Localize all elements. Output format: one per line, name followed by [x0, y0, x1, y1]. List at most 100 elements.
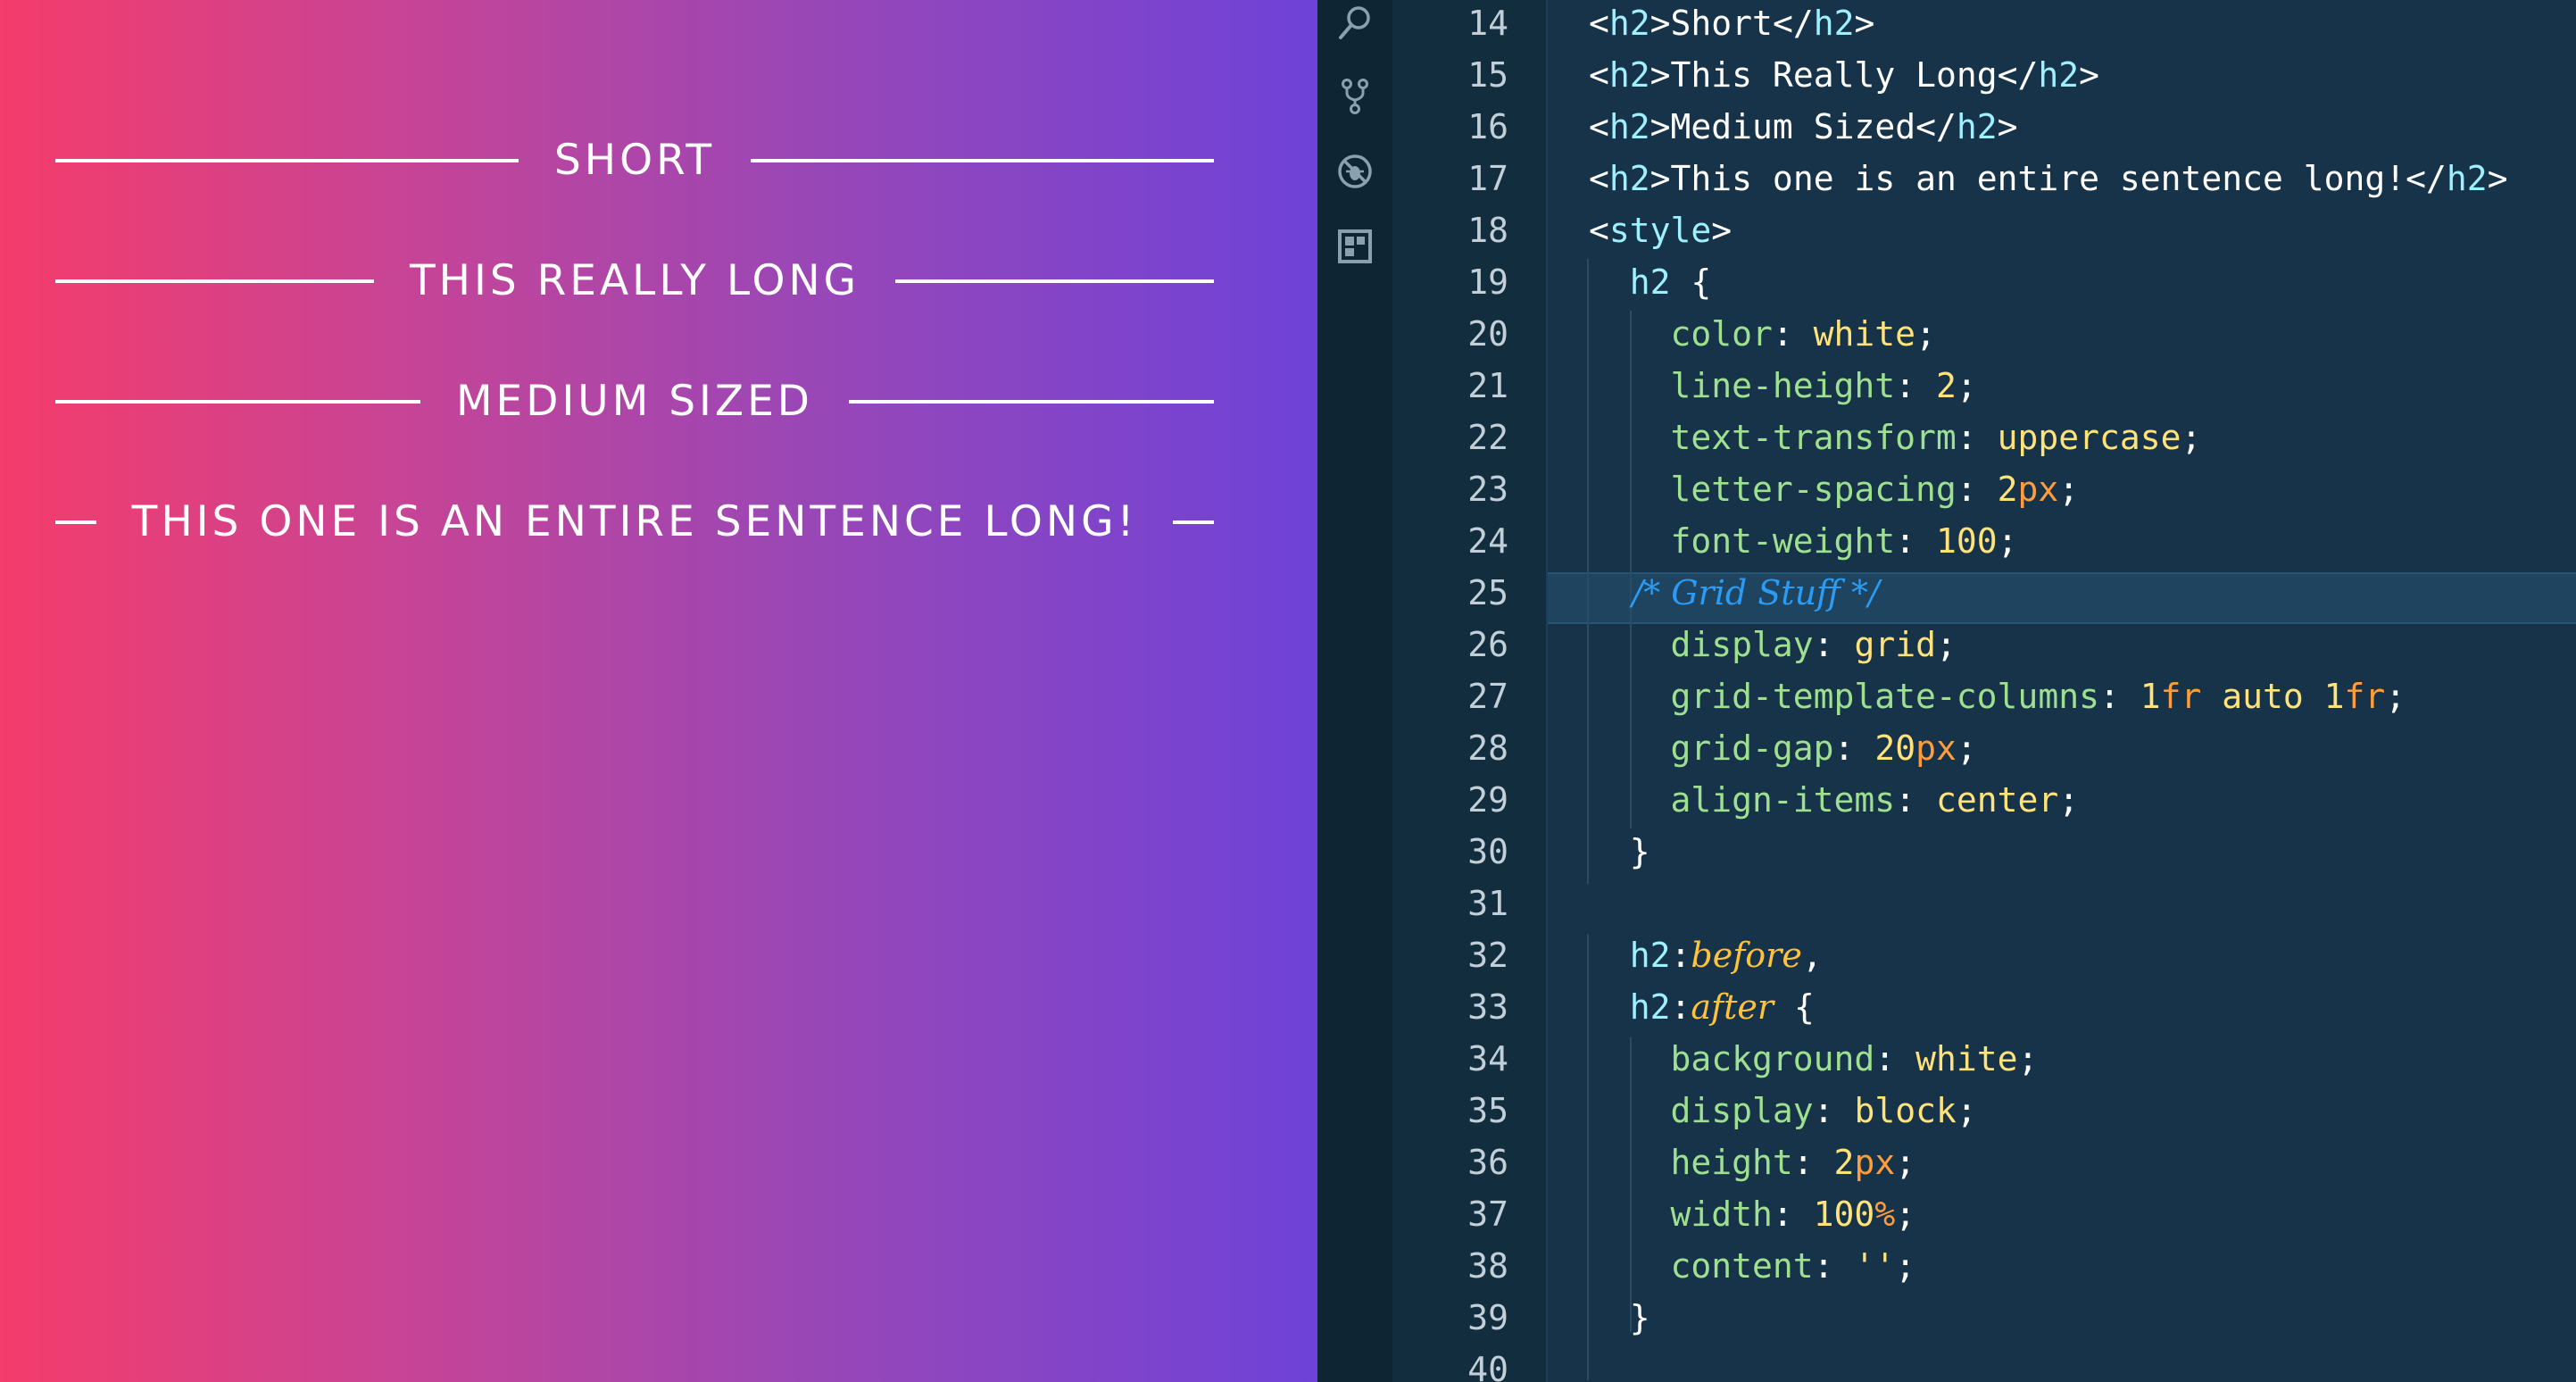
code-line[interactable]: 29 align-items: center; — [0, 774, 2576, 826]
code-text: text-transform: uppercase; — [1589, 412, 2202, 463]
code-token: fr — [2160, 677, 2202, 716]
code-line[interactable]: 37 width: 100%; — [0, 1188, 2576, 1240]
code-token: </ — [1997, 55, 2039, 95]
code-token: : — [1772, 1195, 1814, 1234]
code-token: grid-gap — [1589, 728, 1834, 768]
code-line[interactable]: 36 height: 2px; — [0, 1136, 2576, 1188]
code-token: ; — [2058, 780, 2080, 820]
line-number: 27 — [1467, 677, 1508, 716]
code-token: h2 — [1813, 4, 1855, 43]
line-number: 28 — [1467, 728, 1508, 768]
code-line[interactable]: 39 } — [0, 1292, 2576, 1344]
code-line[interactable]: 33 h2:after { — [0, 981, 2576, 1033]
code-token: > — [2487, 159, 2508, 198]
code-text: } — [1589, 1292, 1650, 1344]
code-text: color: white; — [1589, 308, 1936, 360]
code-token: ; — [1997, 521, 2018, 561]
code-line[interactable]: 35 display: block; — [0, 1085, 2576, 1136]
code-text: grid-gap: 20px; — [1589, 722, 1977, 774]
code-token: ; — [2181, 418, 2202, 457]
code-token: , — [1801, 936, 1823, 975]
code-token: 100 — [1935, 521, 1998, 561]
code-text: font-weight: 100; — [1589, 515, 2018, 567]
line-number: 29 — [1467, 780, 1508, 820]
code-token: h2 — [1608, 55, 1650, 95]
code-line[interactable]: 14 <h2>Short</h2> — [0, 0, 2576, 49]
code-token: center — [1935, 780, 2059, 820]
code-token: uppercase — [1997, 418, 2181, 457]
code-token: < — [1589, 4, 1609, 43]
code-token: h2 — [1589, 262, 1671, 302]
code-token: text-transform — [1589, 418, 1957, 457]
code-line[interactable]: 23 letter-spacing: 2px; — [0, 463, 2576, 515]
code-text: /* Grid Stuff */ — [1589, 567, 1880, 619]
code-token: content — [1589, 1246, 1814, 1286]
code-token: color — [1589, 314, 1773, 354]
line-number: 34 — [1467, 1039, 1508, 1078]
code-line[interactable]: 16 <h2>Medium Sized</h2> — [0, 101, 2576, 153]
code-line[interactable]: 26 display: grid; — [0, 619, 2576, 670]
code-line[interactable]: 20 color: white; — [0, 308, 2576, 360]
code-line[interactable]: 34 background: white; — [0, 1033, 2576, 1085]
code-token: > — [2079, 55, 2100, 95]
code-line[interactable]: 38 content: ''; — [0, 1240, 2576, 1292]
code-token: px — [2017, 470, 2059, 509]
code-text: display: block; — [1589, 1085, 1977, 1136]
code-token: h2 — [1608, 159, 1650, 198]
code-token: fr — [2344, 677, 2386, 716]
code-token: : — [1895, 366, 1936, 405]
code-token: > — [1649, 4, 1671, 43]
line-number: 33 — [1467, 987, 1508, 1027]
line-number: 32 — [1467, 936, 1508, 975]
code-line[interactable]: 19 h2 { — [0, 256, 2576, 308]
code-line[interactable]: 24 font-weight: 100; — [0, 515, 2576, 567]
code-token: display — [1589, 1091, 1814, 1130]
code-token: Medium Sized — [1670, 107, 1916, 146]
code-line[interactable]: 28 grid-gap: 20px; — [0, 722, 2576, 774]
code-line[interactable]: 15 <h2>This Really Long</h2> — [0, 49, 2576, 101]
code-line[interactable]: 17 <h2>This one is an entire sentence lon… — [0, 153, 2576, 204]
code-token: < — [1589, 55, 1609, 95]
code-line[interactable]: 25 /* Grid Stuff */ — [0, 567, 2576, 619]
code-text: } — [1589, 826, 1650, 878]
code-token: : — [1792, 1143, 1834, 1182]
line-number: 14 — [1467, 4, 1508, 43]
line-number: 19 — [1467, 262, 1508, 302]
line-number: 40 — [1467, 1350, 1508, 1382]
code-token: px — [1915, 728, 1957, 768]
code-token: > — [1854, 4, 1875, 43]
code-token: after — [1691, 987, 1774, 1027]
code-token: letter-spacing — [1589, 470, 1957, 509]
code-token: white — [1915, 1039, 2018, 1078]
code-token: '' — [1854, 1246, 1896, 1286]
code-token: : — [1956, 418, 1998, 457]
line-number: 35 — [1467, 1091, 1508, 1130]
code-line[interactable]: 22 text-transform: uppercase; — [0, 412, 2576, 463]
line-number: 37 — [1467, 1195, 1508, 1234]
code-token: : — [1670, 987, 1691, 1027]
code-token: 2 — [1833, 1143, 1855, 1182]
code-line[interactable]: 40 — [0, 1344, 2576, 1382]
code-token: } — [1589, 832, 1650, 871]
line-number: 39 — [1467, 1298, 1508, 1337]
code-token: > — [1649, 159, 1671, 198]
code-token: : — [1895, 780, 1936, 820]
code-line[interactable]: 32 h2:before, — [0, 929, 2576, 981]
code-text: <h2>Short</h2> — [1589, 0, 1874, 49]
code-token: : — [1833, 728, 1875, 768]
code-text: <h2>Medium Sized</h2> — [1589, 101, 2018, 153]
code-token: grid — [1854, 625, 1936, 664]
code-text: align-items: center; — [1589, 774, 2080, 826]
code-token: px — [1854, 1143, 1896, 1182]
code-text: background: white; — [1589, 1033, 2039, 1085]
code-token: ; — [1915, 314, 1936, 354]
code-token: h2 — [2038, 55, 2080, 95]
code-token: height — [1589, 1143, 1793, 1182]
code-line[interactable]: 27 grid-template-columns: 1fr auto 1fr; — [0, 670, 2576, 722]
code-token: 100 — [1813, 1195, 1875, 1234]
code-line[interactable]: 31 — [0, 878, 2576, 929]
code-line[interactable]: 30 } — [0, 826, 2576, 878]
line-number: 21 — [1467, 366, 1508, 405]
code-line[interactable]: 18 <style> — [0, 204, 2576, 256]
code-line[interactable]: 21 line-height: 2; — [0, 360, 2576, 412]
